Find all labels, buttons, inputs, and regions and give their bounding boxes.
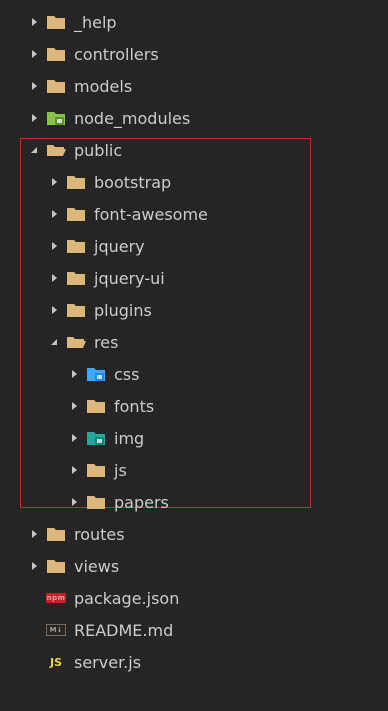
chevron-right-icon[interactable]	[48, 176, 60, 188]
javascript-icon: JS	[46, 654, 66, 670]
folder-icon	[46, 78, 66, 94]
file-explorer-tree: _help controllers models node_modulespublic…	[0, 0, 388, 711]
folder-item[interactable]: js	[0, 454, 388, 486]
folder-label: jquery	[94, 236, 145, 256]
folder-item[interactable]: fonts	[0, 390, 388, 422]
folder-icon	[46, 558, 66, 574]
folder-icon	[66, 238, 86, 254]
folder-css-icon	[86, 366, 106, 382]
folder-icon	[86, 494, 106, 510]
folder-icon	[66, 174, 86, 190]
folder-icon	[46, 46, 66, 62]
chevron-down-icon[interactable]	[48, 336, 60, 348]
folder-label: img	[114, 428, 145, 448]
folder-node-icon	[46, 110, 66, 126]
folder-label: controllers	[74, 44, 159, 64]
folder-item[interactable]: img	[0, 422, 388, 454]
chevron-right-icon[interactable]	[68, 368, 80, 380]
folder-icon	[46, 526, 66, 542]
file-item[interactable]: npm package.json	[0, 582, 388, 614]
folder-label: fonts	[114, 396, 155, 416]
folder-item[interactable]: plugins	[0, 294, 388, 326]
folder-label: public	[74, 140, 123, 160]
folder-item[interactable]: res	[0, 326, 388, 358]
chevron-right-icon[interactable]	[48, 272, 60, 284]
folder-item[interactable]: papers	[0, 486, 388, 518]
folder-label: font-awesome	[94, 204, 208, 224]
folder-icon	[46, 14, 66, 30]
folder-label: papers	[114, 492, 169, 512]
npm-badge: npm	[46, 593, 66, 603]
chevron-down-icon[interactable]	[28, 144, 40, 156]
folder-open-icon	[46, 142, 66, 158]
folder-item[interactable]: bootstrap	[0, 166, 388, 198]
javascript-badge: JS	[49, 655, 62, 669]
chevron-right-icon[interactable]	[48, 240, 60, 252]
folder-icon	[86, 398, 106, 414]
folder-label: bootstrap	[94, 172, 172, 192]
folder-item[interactable]: jquery	[0, 230, 388, 262]
chevron-right-icon[interactable]	[28, 112, 40, 124]
folder-label: res	[94, 332, 119, 352]
file-item[interactable]: JS server.js	[0, 646, 388, 678]
chevron-right-icon[interactable]	[68, 400, 80, 412]
markdown-badge: M↓	[46, 624, 66, 636]
folder-item[interactable]: node_modules	[0, 102, 388, 134]
folder-item[interactable]: css	[0, 358, 388, 390]
folder-icon	[66, 206, 86, 222]
folder-open-icon	[66, 334, 86, 350]
folder-label: routes	[74, 524, 125, 544]
folder-item[interactable]: routes	[0, 518, 388, 550]
file-item[interactable]: M↓ README.md	[0, 614, 388, 646]
chevron-right-icon[interactable]	[28, 528, 40, 540]
folder-item[interactable]: _help	[0, 6, 388, 38]
npm-icon: npm	[46, 590, 66, 606]
chevron-right-icon[interactable]	[28, 80, 40, 92]
folder-item[interactable]: views	[0, 550, 388, 582]
file-label: package.json	[74, 588, 180, 608]
folder-item[interactable]: controllers	[0, 38, 388, 70]
folder-label: node_modules	[74, 108, 191, 128]
folder-icon	[66, 270, 86, 286]
folder-label: js	[114, 460, 127, 480]
folder-label: views	[74, 556, 120, 576]
folder-label: css	[114, 364, 140, 384]
markdown-icon: M↓	[46, 622, 66, 638]
chevron-right-icon[interactable]	[28, 560, 40, 572]
folder-label: models	[74, 76, 133, 96]
folder-item[interactable]: font-awesome	[0, 198, 388, 230]
folder-label: plugins	[94, 300, 152, 320]
folder-images-icon	[86, 430, 106, 446]
chevron-right-icon[interactable]	[68, 464, 80, 476]
folder-label: jquery-ui	[94, 268, 165, 288]
folder-icon	[86, 462, 106, 478]
chevron-right-icon[interactable]	[28, 48, 40, 60]
chevron-right-icon[interactable]	[28, 16, 40, 28]
folder-label: _help	[74, 12, 117, 32]
chevron-right-icon[interactable]	[48, 304, 60, 316]
folder-icon	[66, 302, 86, 318]
chevron-right-icon[interactable]	[68, 496, 80, 508]
file-label: README.md	[74, 620, 174, 640]
chevron-right-icon[interactable]	[48, 208, 60, 220]
folder-item[interactable]: models	[0, 70, 388, 102]
folder-item[interactable]: public	[0, 134, 388, 166]
chevron-right-icon[interactable]	[68, 432, 80, 444]
file-label: server.js	[74, 652, 142, 672]
folder-item[interactable]: jquery-ui	[0, 262, 388, 294]
